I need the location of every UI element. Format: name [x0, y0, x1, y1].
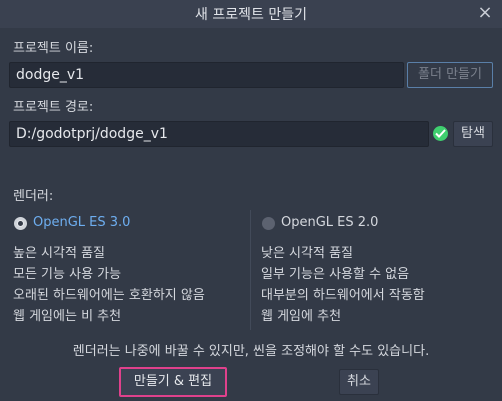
- close-icon[interactable]: ×: [476, 4, 494, 22]
- create-folder-button[interactable]: 폴더 만들기: [407, 62, 493, 88]
- create-edit-button[interactable]: 만들기 & 편집: [119, 367, 227, 397]
- renderer-note: 렌더러는 나중에 바꿀 수 있지만, 씬을 조정해야 할 수도 있습니다.: [72, 344, 430, 359]
- description-line: 높은 시각적 품질: [13, 246, 105, 261]
- opengl-es2-description: 낮은 시각적 품질 일부 기능은 사용할 수 없음 대부분의 하드웨어에서 작동…: [261, 243, 425, 327]
- dialog-titlebar: 새 프로젝트 만들기 ×: [0, 0, 502, 28]
- option-label-opengl-es3[interactable]: OpenGL ES 3.0: [33, 215, 130, 230]
- description-line: 웹 게임에는 비 추천: [13, 309, 122, 324]
- description-line: 웹 게임에 추천: [261, 309, 342, 324]
- description-line: 대부분의 하드웨어에서 작동함: [261, 288, 425, 303]
- radio-opengl-es2[interactable]: [262, 217, 275, 230]
- option-label-opengl-es2[interactable]: OpenGL ES 2.0: [281, 215, 378, 230]
- project-path-input[interactable]: D:/godotprj/dodge_v1: [9, 121, 429, 147]
- browse-button[interactable]: 탐색: [453, 121, 493, 147]
- description-line: 모든 기능 사용 가능: [13, 267, 122, 282]
- dialog-title: 새 프로젝트 만들기: [195, 7, 307, 23]
- project-path-label: 프로젝트 경로:: [13, 100, 94, 115]
- cancel-button[interactable]: 취소: [339, 369, 379, 395]
- radio-opengl-es3[interactable]: [14, 217, 27, 230]
- opengl-es3-description: 높은 시각적 품질 모든 기능 사용 가능 오래된 하드웨어에는 호환하지 않음…: [13, 243, 205, 327]
- renderer-divider: [250, 210, 251, 330]
- renderer-label: 렌더러:: [13, 189, 54, 204]
- description-line: 낮은 시각적 품질: [261, 246, 353, 261]
- project-name-input[interactable]: dodge_v1: [9, 62, 404, 88]
- project-name-label: 프로젝트 이름:: [13, 41, 94, 56]
- description-line: 오래된 하드웨어에는 호환하지 않음: [13, 288, 205, 303]
- description-line: 일부 기능은 사용할 수 없음: [261, 267, 410, 282]
- check-circle-icon: [433, 126, 448, 141]
